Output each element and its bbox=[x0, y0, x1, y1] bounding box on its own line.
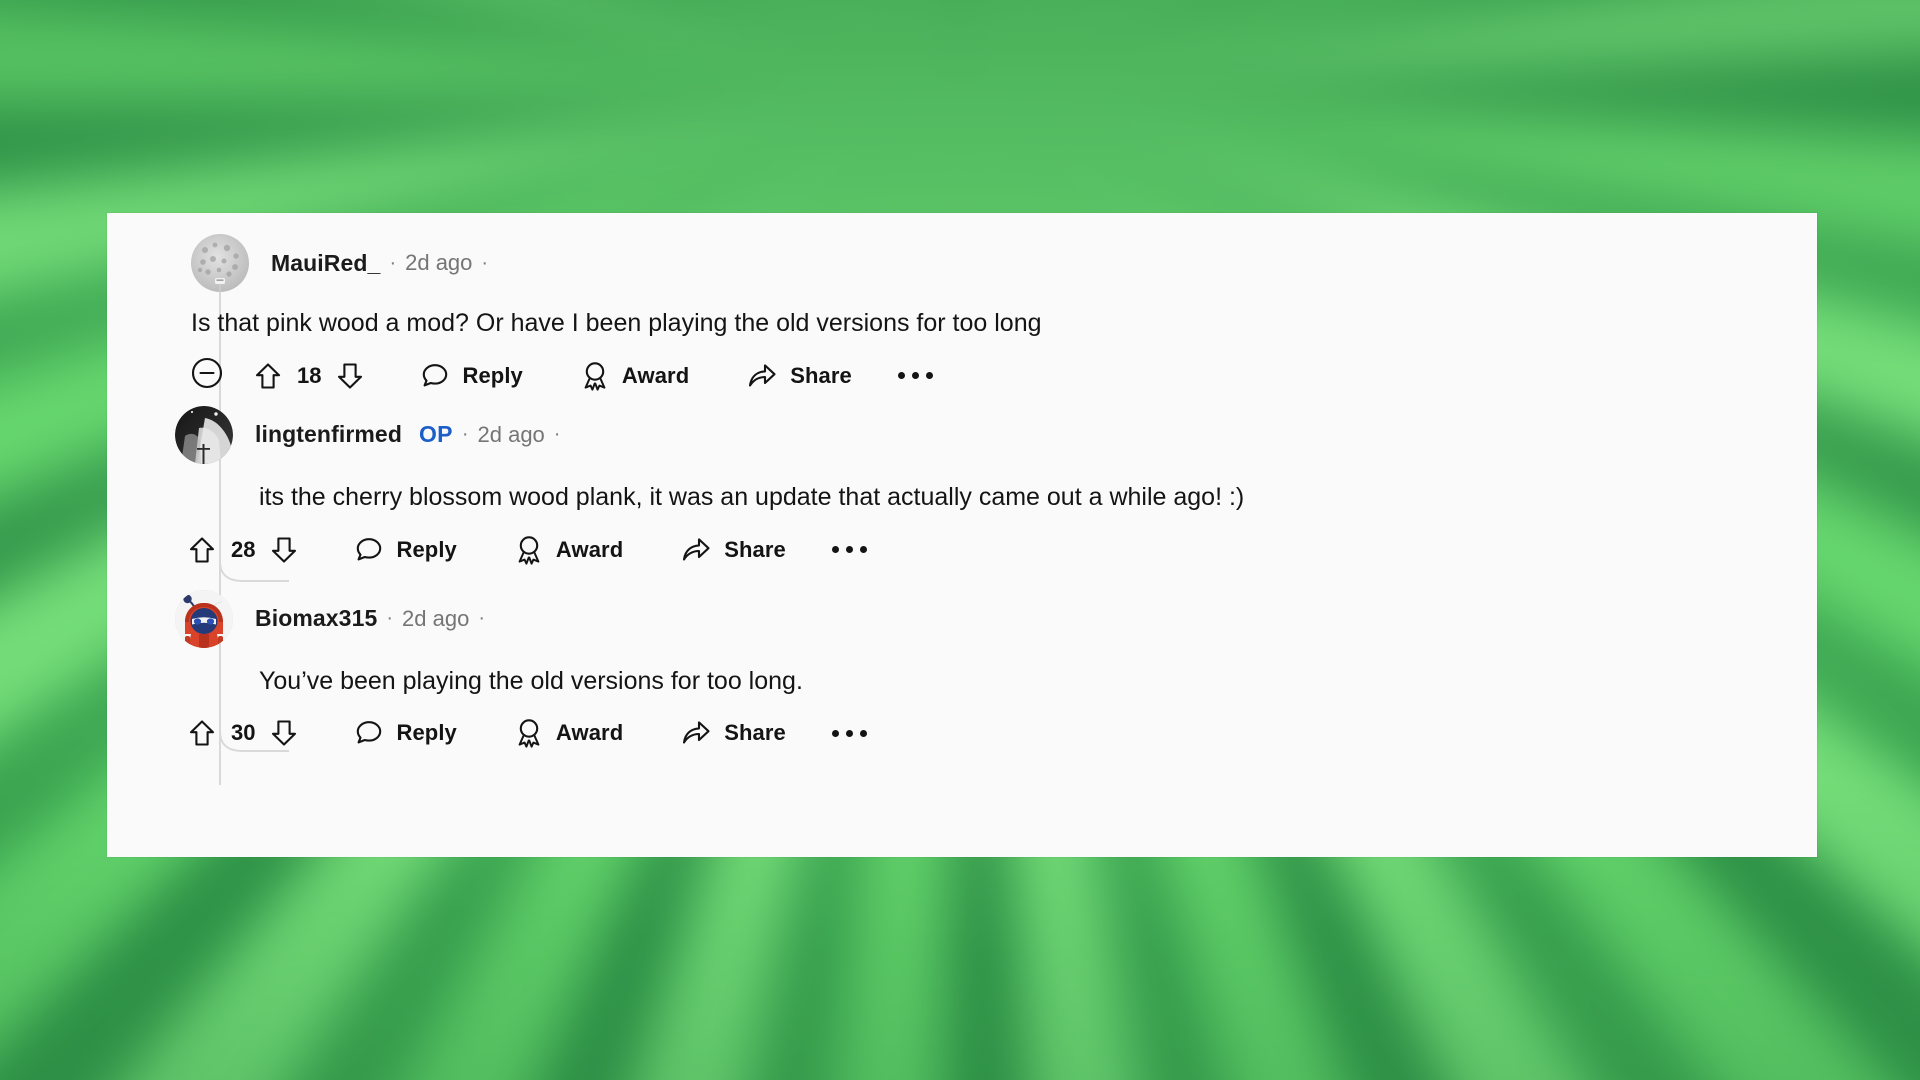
share-arrow-icon bbox=[683, 537, 710, 561]
upvote-button[interactable] bbox=[189, 719, 215, 747]
comment-bubble-icon bbox=[357, 537, 382, 560]
share-label: Share bbox=[724, 720, 786, 746]
upvote-button[interactable] bbox=[255, 362, 281, 390]
comment-bubble-icon bbox=[423, 363, 448, 387]
share-label: Share bbox=[790, 362, 852, 388]
share-button[interactable]: Share bbox=[747, 362, 852, 390]
reply-button[interactable]: Reply bbox=[355, 719, 457, 747]
vote-count: 30 bbox=[231, 720, 256, 746]
comment-bubble-icon bbox=[357, 721, 382, 744]
vote-count: 28 bbox=[231, 536, 256, 562]
upvote-arrow-icon bbox=[189, 720, 215, 746]
more-options-button[interactable] bbox=[831, 729, 867, 737]
share-label: Share bbox=[724, 536, 786, 562]
upvote-arrow-icon bbox=[189, 536, 215, 563]
downvote-arrow-icon bbox=[272, 536, 297, 563]
comment-username[interactable]: Biomax315 bbox=[255, 605, 377, 632]
vote-group: 28 bbox=[189, 536, 297, 564]
dot bbox=[831, 546, 839, 553]
vote-group: 30 bbox=[189, 719, 297, 747]
comment-thread-card: MauiRed_ · 2d ago · Is that pink wood a … bbox=[107, 213, 1817, 857]
comment-actions: 18 Reply Award Share bbox=[191, 345, 1817, 407]
meta-separator: · bbox=[386, 607, 394, 629]
vote-count: 18 bbox=[297, 362, 322, 388]
avatar[interactable] bbox=[175, 405, 233, 464]
comment-timestamp: 2d ago bbox=[402, 605, 470, 631]
dot bbox=[911, 372, 919, 380]
award-button[interactable]: Award bbox=[581, 361, 689, 391]
award-medal-icon bbox=[518, 719, 540, 748]
minus-circle-icon bbox=[191, 358, 223, 389]
comment-body: Is that pink wood a mod? Or have I been … bbox=[191, 309, 1042, 337]
meta-separator-trailing: · bbox=[478, 607, 485, 629]
comment-item: MauiRed_ · 2d ago · Is that pink wood a … bbox=[107, 234, 1817, 407]
award-label: Award bbox=[621, 362, 690, 388]
comment-body: You’ve been playing the old versions for… bbox=[259, 666, 803, 695]
dot bbox=[845, 729, 853, 737]
meta-separator: · bbox=[461, 423, 469, 446]
share-button[interactable]: Share bbox=[681, 719, 786, 747]
comment-timestamp: 2d ago bbox=[477, 421, 545, 447]
downvote-arrow-icon bbox=[272, 720, 297, 746]
avatar-image-dark-bw-photo bbox=[175, 405, 233, 464]
comment-header: MauiRed_ · 2d ago · bbox=[191, 234, 1817, 292]
meta-separator-trailing: · bbox=[553, 423, 561, 446]
award-label: Award bbox=[555, 720, 624, 746]
avatar[interactable] bbox=[191, 234, 249, 292]
vote-group: 18 bbox=[255, 362, 363, 390]
award-button[interactable]: Award bbox=[515, 718, 623, 748]
op-badge: OP bbox=[418, 421, 453, 448]
share-arrow-icon bbox=[683, 721, 710, 744]
dot bbox=[859, 546, 867, 553]
meta-separator: · bbox=[389, 251, 397, 274]
comment-username[interactable]: MauiRed_ bbox=[271, 250, 380, 277]
comment-timestamp: 2d ago bbox=[405, 250, 473, 275]
reply-label: Reply bbox=[396, 536, 457, 562]
dot bbox=[897, 372, 905, 380]
comment-actions: 28 Reply Award Share bbox=[189, 519, 1817, 581]
comment-thread: MauiRed_ · 2d ago · Is that pink wood a … bbox=[107, 213, 1817, 785]
downvote-arrow-icon bbox=[338, 363, 363, 389]
reply-label: Reply bbox=[462, 362, 523, 388]
share-arrow-icon bbox=[749, 364, 776, 387]
dot bbox=[925, 372, 933, 380]
comment-header: Biomax315 · 2d ago · bbox=[175, 589, 1817, 648]
more-options-button[interactable] bbox=[897, 372, 933, 380]
upvote-arrow-icon bbox=[255, 363, 281, 389]
dot bbox=[859, 729, 867, 737]
award-medal-icon bbox=[584, 362, 606, 391]
downvote-button[interactable] bbox=[271, 719, 297, 747]
avatar[interactable] bbox=[175, 589, 233, 648]
share-button[interactable]: Share bbox=[681, 536, 786, 564]
avatar-image-grayscale-tree bbox=[191, 234, 249, 292]
comment-item: lingtenfirmed OP · 2d ago · its the cher… bbox=[107, 405, 1817, 581]
collapse-comment-button[interactable] bbox=[191, 357, 223, 394]
avatar-image-red-hooded-ninja-snoo bbox=[175, 589, 233, 648]
meta-separator-trailing: · bbox=[481, 251, 489, 274]
comment-username[interactable]: lingtenfirmed bbox=[255, 421, 402, 448]
comment-body: its the cherry blossom wood plank, it wa… bbox=[259, 482, 1245, 511]
comment-header: lingtenfirmed OP · 2d ago · bbox=[175, 405, 1817, 464]
award-medal-icon bbox=[518, 535, 540, 565]
more-options-button[interactable] bbox=[831, 546, 867, 553]
reply-label: Reply bbox=[396, 720, 457, 746]
comment-item: Biomax315 · 2d ago · You’ve been playing… bbox=[107, 589, 1817, 765]
downvote-button[interactable] bbox=[337, 362, 363, 390]
dot bbox=[831, 729, 839, 737]
reply-button[interactable]: Reply bbox=[421, 362, 523, 390]
award-label: Award bbox=[555, 536, 624, 562]
award-button[interactable]: Award bbox=[515, 535, 623, 565]
comment-actions: 30 Reply Award Share bbox=[189, 702, 1817, 764]
dot bbox=[845, 546, 853, 553]
upvote-button[interactable] bbox=[189, 536, 215, 564]
downvote-button[interactable] bbox=[271, 536, 297, 564]
reply-button[interactable]: Reply bbox=[355, 536, 457, 564]
